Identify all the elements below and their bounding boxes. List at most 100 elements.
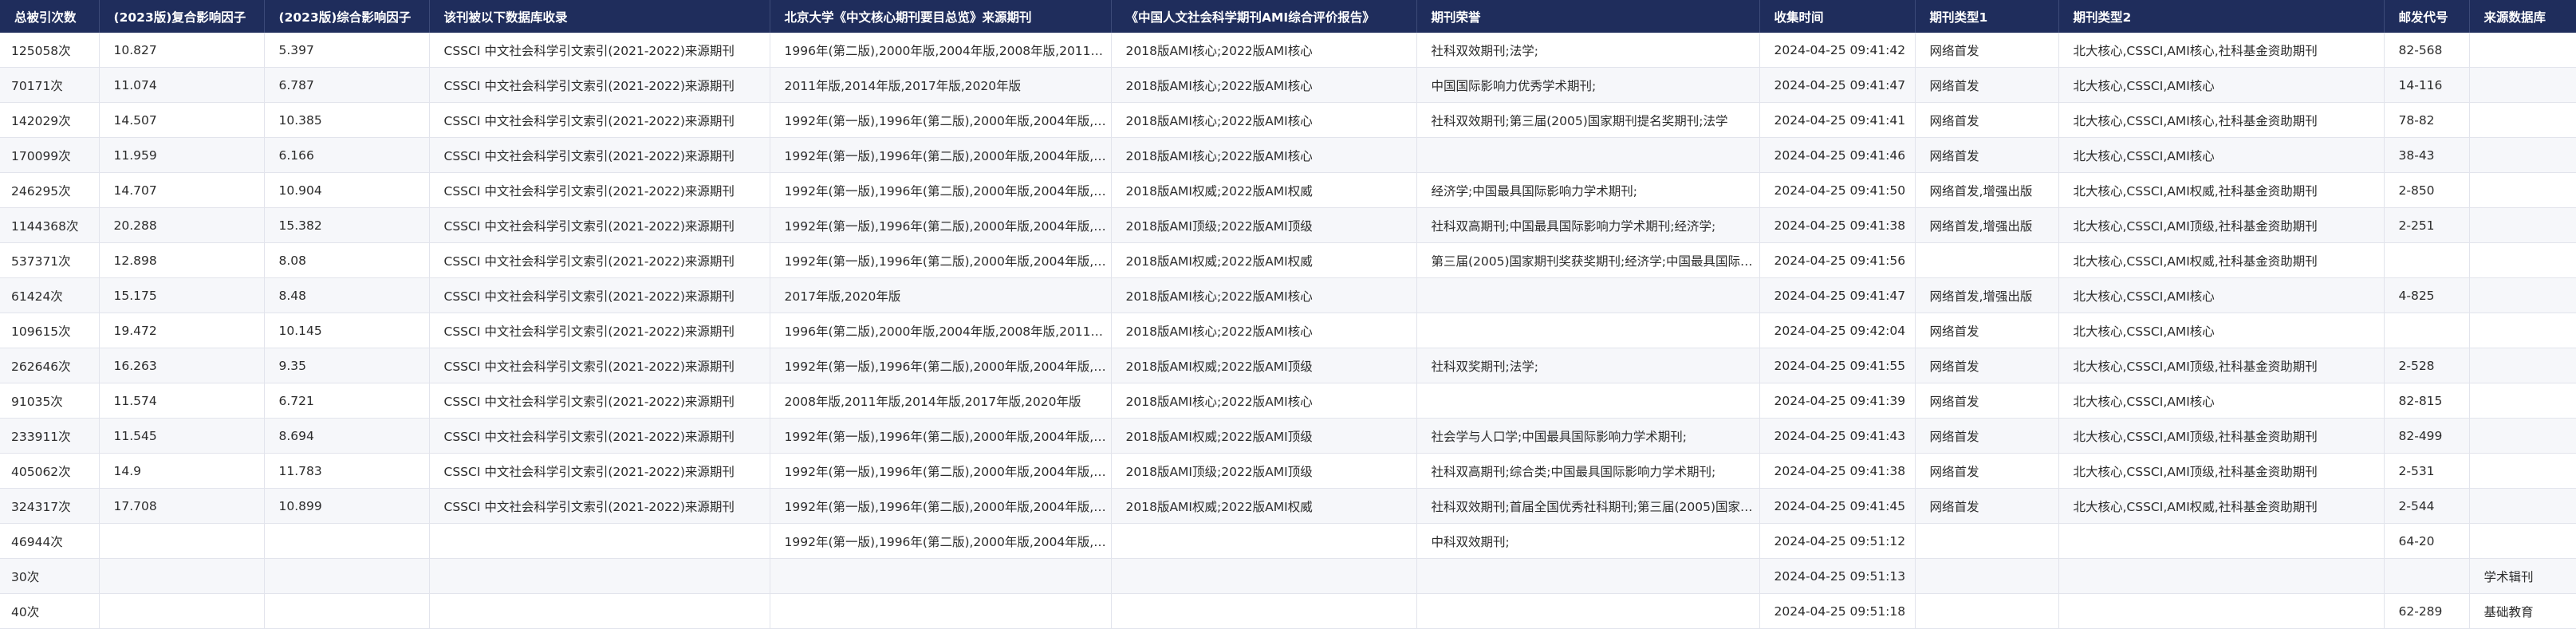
pku-core-cell: 1992年(第一版),1996年(第二版),2000年版,2004年版,2008… (770, 523, 1112, 559)
indexed-databases-cell: CSSCI 中文社会科学引文索引(2021-2022)来源期刊 (429, 242, 770, 278)
comprehensive-if-cell (264, 593, 430, 629)
composite-if-cell: 15.175 (99, 277, 265, 313)
ami-report-cell: 2018版AMI权威;2022版AMI权威 (1111, 242, 1417, 278)
composite-if-cell: 11.574 (99, 383, 265, 419)
comprehensive-if-cell: 6.166 (264, 137, 430, 173)
collection-time-cell: 2024-04-25 09:41:56 (1759, 242, 1916, 278)
total-citations-cell: 70171次 (0, 67, 100, 103)
table-row[interactable]: 91035次 11.574 6.721 CSSCI 中文社会科学引文索引(2021-2… (0, 383, 2576, 419)
table-row[interactable]: 324317次 17.708 10.899 CSSCI 中文社会科学引文索引(2021… (0, 488, 2576, 524)
ami-report-cell: 2018版AMI核心;2022版AMI核心 (1111, 137, 1417, 173)
journal-type-1-cell: 网络首发 (1915, 348, 2059, 383)
composite-if-cell: 14.9 (99, 453, 265, 489)
collection-time-cell: 2024-04-25 09:41:55 (1759, 348, 1916, 383)
ami-report-cell (1111, 558, 1417, 594)
comprehensive-if-cell: 6.721 (264, 383, 430, 419)
postal-code-cell: 82-499 (2384, 418, 2470, 454)
pku-core-cell: 1992年(第一版),1996年(第二版),2000年版,2004年版,2008… (770, 172, 1112, 208)
indexed-databases-cell (429, 593, 770, 629)
table-row[interactable]: 246295次 14.707 10.904 CSSCI 中文社会科学引文索引(2021… (0, 172, 2576, 208)
col-header-indexed-databases[interactable]: 该刊被以下数据库收录 (429, 0, 770, 33)
indexed-databases-cell (429, 558, 770, 594)
journal-type-2-cell: 北大核心,CSSCI,AMI顶级,社科基金资助期刊 (2058, 453, 2385, 489)
composite-if-cell (99, 558, 265, 594)
table-row[interactable]: 61424次 15.175 8.48 CSSCI 中文社会科学引文索引(2021-20… (0, 277, 2576, 313)
journal-type-2-cell: 北大核心,CSSCI,AMI顶级,社科基金资助期刊 (2058, 207, 2385, 243)
comprehensive-if-cell: 8.694 (264, 418, 430, 454)
journal-honors-cell: 中国国际影响力优秀学术期刊; (1416, 67, 1760, 103)
col-header-collection-time[interactable]: 收集时间 (1759, 0, 1916, 33)
collection-time-cell: 2024-04-25 09:51:18 (1759, 593, 1916, 629)
comprehensive-if-cell: 10.145 (264, 313, 430, 348)
postal-code-cell (2384, 313, 2470, 348)
comprehensive-if-cell: 8.08 (264, 242, 430, 278)
col-header-source-database[interactable]: 来源数据库 (2469, 0, 2576, 33)
journal-honors-cell: 社会学与人口学;中国最具国际影响力学术期刊; (1416, 418, 1760, 454)
table-row[interactable]: 262646次 16.263 9.35 CSSCI 中文社会科学引文索引(2021-2… (0, 348, 2576, 383)
journal-type-2-cell: 北大核心,CSSCI,AMI核心,社科基金资助期刊 (2058, 102, 2385, 138)
indexed-databases-cell: CSSCI 中文社会科学引文索引(2021-2022)来源期刊 (429, 172, 770, 208)
indexed-databases-cell: CSSCI 中文社会科学引文索引(2021-2022)来源期刊 (429, 488, 770, 524)
journal-honors-cell (1416, 593, 1760, 629)
table-row[interactable]: 109615次 19.472 10.145 CSSCI 中文社会科学引文索引(2021… (0, 313, 2576, 348)
col-header-postal-code[interactable]: 邮发代号 (2384, 0, 2470, 33)
postal-code-cell (2384, 242, 2470, 278)
col-header-pku-core[interactable]: 北京大学《中文核心期刊要目总览》来源期刊 (770, 0, 1112, 33)
col-header-total-citations[interactable]: 总被引次数 (0, 0, 100, 33)
postal-code-cell (2384, 558, 2470, 594)
col-header-journal-type-1[interactable]: 期刊类型1 (1915, 0, 2059, 33)
table-row[interactable]: 70171次 11.074 6.787 CSSCI 中文社会科学引文索引(2021-2… (0, 67, 2576, 103)
table-row[interactable]: 1144368次 20.288 15.382 CSSCI 中文社会科学引文索引(202… (0, 207, 2576, 243)
source-database-cell (2469, 242, 2576, 278)
pku-core-cell: 2008年版,2011年版,2014年版,2017年版,2020年版 (770, 383, 1112, 419)
source-database-cell (2469, 313, 2576, 348)
journal-honors-cell (1416, 313, 1760, 348)
total-citations-cell: 91035次 (0, 383, 100, 419)
table-body: 125058次 10.827 5.397 CSSCI 中文社会科学引文索引(2021-… (0, 33, 2576, 629)
table-row[interactable]: 125058次 10.827 5.397 CSSCI 中文社会科学引文索引(2021-… (0, 33, 2576, 68)
journal-honors-cell: 社科双高期刊;综合类;中国最具国际影响力学术期刊; (1416, 453, 1760, 489)
comprehensive-if-cell: 15.382 (264, 207, 430, 243)
col-header-composite-impact-factor[interactable]: (2023版)复合影响因子 (99, 0, 265, 33)
composite-if-cell: 10.827 (99, 33, 265, 68)
composite-if-cell: 11.959 (99, 137, 265, 173)
journal-type-2-cell: 北大核心,CSSCI,AMI权威,社科基金资助期刊 (2058, 488, 2385, 524)
postal-code-cell: 82-815 (2384, 383, 2470, 419)
ami-report-cell: 2018版AMI核心;2022版AMI核心 (1111, 102, 1417, 138)
ami-report-cell (1111, 593, 1417, 629)
col-header-journal-type-2[interactable]: 期刊类型2 (2058, 0, 2385, 33)
postal-code-cell: 82-568 (2384, 33, 2470, 68)
table-row[interactable]: 30次 2024-04-25 09:51:13 学术辑刊 (0, 558, 2576, 594)
table-row[interactable]: 170099次 11.959 6.166 CSSCI 中文社会科学引文索引(2021-… (0, 137, 2576, 173)
collection-time-cell: 2024-04-25 09:41:46 (1759, 137, 1916, 173)
col-header-journal-honors[interactable]: 期刊荣誉 (1416, 0, 1760, 33)
ami-report-cell: 2018版AMI核心;2022版AMI核心 (1111, 277, 1417, 313)
table-row[interactable]: 233911次 11.545 8.694 CSSCI 中文社会科学引文索引(2021-… (0, 418, 2576, 454)
col-header-comprehensive-impact-factor[interactable]: (2023版)综合影响因子 (264, 0, 430, 33)
indexed-databases-cell: CSSCI 中文社会科学引文索引(2021-2022)来源期刊 (429, 102, 770, 138)
total-citations-cell: 109615次 (0, 313, 100, 348)
pku-core-cell: 1992年(第一版),1996年(第二版),2000年版,2004年版,2008… (770, 137, 1112, 173)
journal-honors-cell (1416, 558, 1760, 594)
composite-if-cell: 17.708 (99, 488, 265, 524)
collection-time-cell: 2024-04-25 09:41:38 (1759, 207, 1916, 243)
table-row[interactable]: 405062次 14.9 11.783 CSSCI 中文社会科学引文索引(2021-2… (0, 453, 2576, 489)
total-citations-cell: 1144368次 (0, 207, 100, 243)
table-row[interactable]: 142029次 14.507 10.385 CSSCI 中文社会科学引文索引(2021… (0, 102, 2576, 138)
table-row[interactable]: 46944次 1992年(第一版),1996年(第二版),2000年版,2004年… (0, 523, 2576, 559)
postal-code-cell: 2-531 (2384, 453, 2470, 489)
ami-report-cell: 2018版AMI顶级;2022版AMI顶级 (1111, 453, 1417, 489)
collection-time-cell: 2024-04-25 09:41:43 (1759, 418, 1916, 454)
journal-type-1-cell: 网络首发 (1915, 137, 2059, 173)
total-citations-cell: 170099次 (0, 137, 100, 173)
pku-core-cell: 1992年(第一版),1996年(第二版),2000年版,2004年版,2008… (770, 453, 1112, 489)
ami-report-cell: 2018版AMI核心;2022版AMI核心 (1111, 67, 1417, 103)
table-row[interactable]: 537371次 12.898 8.08 CSSCI 中文社会科学引文索引(2021-2… (0, 242, 2576, 278)
comprehensive-if-cell: 11.783 (264, 453, 430, 489)
comprehensive-if-cell: 9.35 (264, 348, 430, 383)
col-header-ami-report[interactable]: 《中国人文社会科学期刊AMI综合评价报告》 (1111, 0, 1417, 33)
table-row[interactable]: 40次 2024-04-25 09:51:18 62-289 基础教育 (0, 593, 2576, 629)
indexed-databases-cell: CSSCI 中文社会科学引文索引(2021-2022)来源期刊 (429, 277, 770, 313)
journal-type-2-cell: 北大核心,CSSCI,AMI权威,社科基金资助期刊 (2058, 242, 2385, 278)
source-database-cell (2469, 418, 2576, 454)
